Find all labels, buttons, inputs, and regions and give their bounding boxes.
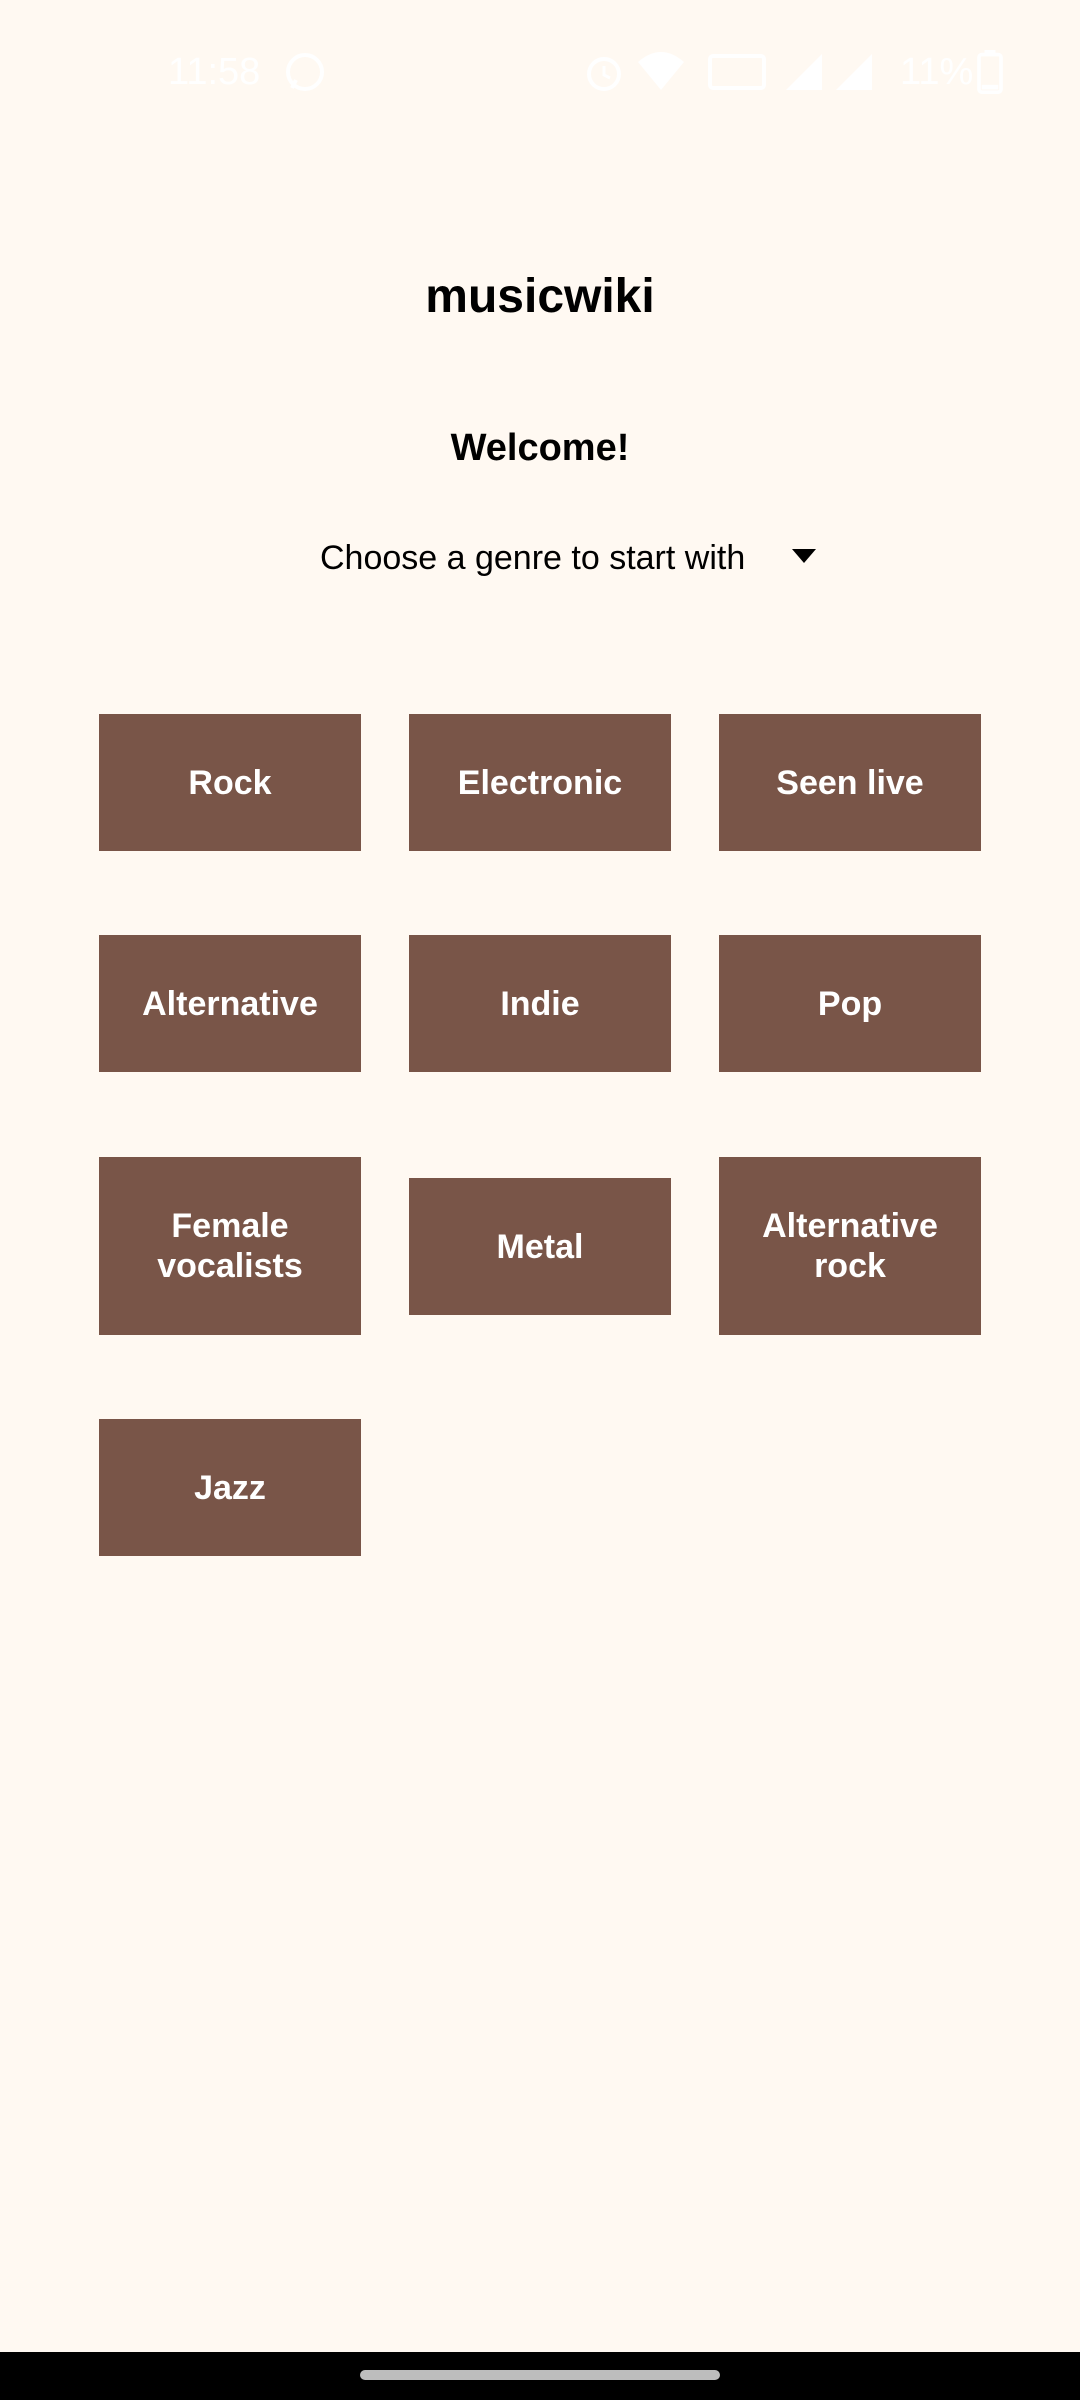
genre-button-female-vocalists[interactable]: Female vocalists [99, 1157, 361, 1335]
navigation-bar [0, 2352, 1080, 2400]
status-time: 11:58 [168, 51, 261, 93]
genre-dropdown-label: Choose a genre to start with [320, 539, 746, 577]
signal-icon [786, 54, 822, 90]
genre-button-metal[interactable]: Metal [409, 1178, 671, 1315]
genre-button-rock[interactable]: Rock [99, 714, 361, 851]
genre-dropdown[interactable]: Choose a genre to start with [300, 525, 840, 591]
whatsapp-icon [286, 53, 324, 91]
genre-button-pop[interactable]: Pop [719, 935, 981, 1072]
status-bar: 11:58 11% [0, 0, 1080, 140]
app-title: musicwiki [425, 270, 655, 323]
signal-icon [836, 54, 872, 90]
genre-button-electronic[interactable]: Electronic [409, 714, 671, 851]
battery-icon [977, 50, 1003, 94]
genre-button-indie[interactable]: Indie [409, 935, 671, 1072]
battery-percentage: 11% [900, 51, 974, 93]
dropdown-arrow-icon [792, 549, 816, 563]
volte-icon [708, 54, 766, 90]
alarm-icon [587, 57, 621, 91]
genre-button-alternative-rock[interactable]: Alternative rock [719, 1157, 981, 1335]
welcome-heading: Welcome! [450, 427, 630, 469]
genre-button-seen-live[interactable]: Seen live [719, 714, 981, 851]
home-indicator[interactable] [360, 2370, 720, 2380]
genre-button-jazz[interactable]: Jazz [99, 1419, 361, 1556]
genre-button-alternative[interactable]: Alternative [99, 935, 361, 1072]
wifi-icon [638, 52, 684, 90]
